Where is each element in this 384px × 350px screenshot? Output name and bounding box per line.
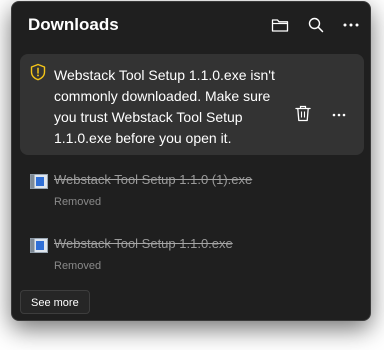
search-icon xyxy=(308,17,324,33)
download-item[interactable]: Webstack Tool Setup 1.1.0 (1).exe Remove… xyxy=(20,166,364,218)
more-options-icon xyxy=(332,113,346,117)
download-file-name[interactable]: Webstack Tool Setup 1.1.0.exe xyxy=(54,236,233,251)
more-options-icon xyxy=(343,23,359,27)
download-status: Removed xyxy=(54,196,102,208)
installer-file-icon xyxy=(30,238,48,253)
panel-title: Downloads xyxy=(28,15,119,34)
installer-file-icon xyxy=(30,174,48,189)
download-file-name[interactable]: Webstack Tool Setup 1.1.0 (1).exe xyxy=(54,172,252,187)
downloads-flyout: Downloads Webstack Tool Setup 1.1.0.exe … xyxy=(11,1,371,321)
warning-message: Webstack Tool Setup 1.1.0.exe isn't comm… xyxy=(54,67,275,146)
delete-icon xyxy=(295,105,311,121)
download-more-options-button[interactable] xyxy=(326,102,352,128)
folder-icon xyxy=(271,19,289,32)
search-downloads-button[interactable] xyxy=(304,13,328,37)
shield-warning-icon xyxy=(30,63,46,81)
download-item[interactable]: Webstack Tool Setup 1.1.0.exe Removed xyxy=(20,230,364,282)
open-downloads-folder-button[interactable] xyxy=(268,13,292,37)
more-options-button[interactable] xyxy=(339,13,363,37)
see-more-button[interactable]: See more xyxy=(20,290,90,314)
download-status: Removed xyxy=(54,260,102,272)
delete-download-button[interactable] xyxy=(290,100,316,126)
unsafe-download-warning[interactable]: Webstack Tool Setup 1.1.0.exe isn't comm… xyxy=(20,54,364,155)
downloads-header: Downloads xyxy=(12,2,370,48)
